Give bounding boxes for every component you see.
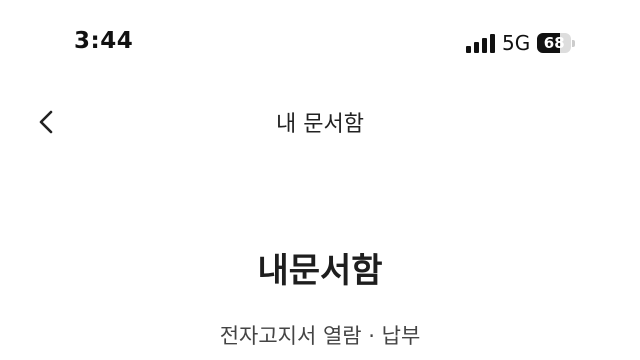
- signal-icon: [466, 33, 495, 53]
- status-bar: 3:44 5G 68: [0, 0, 640, 80]
- battery-icon: 68: [537, 32, 576, 54]
- navigation-bar: 내 문서함: [0, 92, 640, 148]
- network-type: 5G: [502, 31, 531, 55]
- content-title: 내문서함: [257, 251, 383, 291]
- status-time: 3:44: [74, 28, 134, 54]
- battery-percent: 68: [543, 34, 565, 52]
- status-indicators: 5G 68: [466, 29, 576, 57]
- content-subtitle: 전자고지서 열람 · 납부: [219, 324, 421, 348]
- page-title: 내 문서함: [276, 112, 364, 137]
